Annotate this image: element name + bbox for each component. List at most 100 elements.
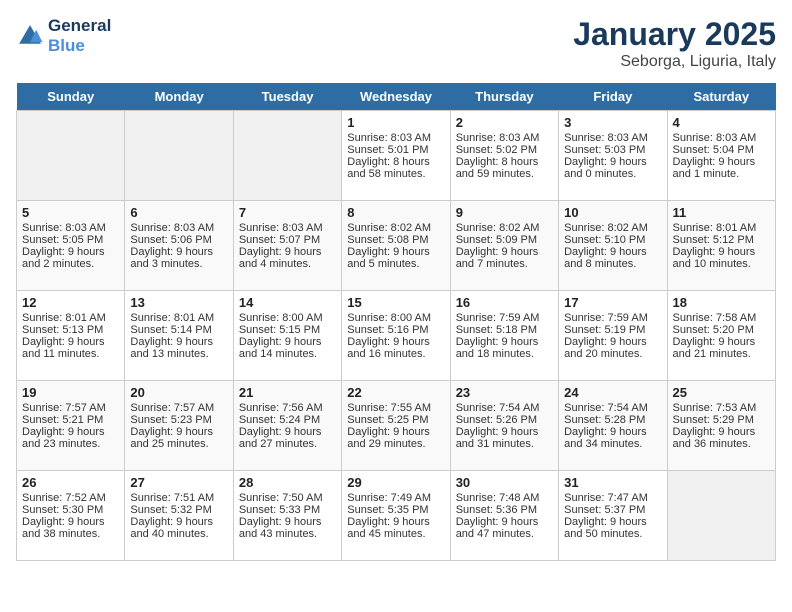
calendar-cell: 2Sunrise: 8:03 AMSunset: 5:02 PMDaylight… (450, 111, 558, 201)
cell-date-number: 11 (673, 205, 770, 220)
day-header-sunday: Sunday (17, 83, 125, 111)
calendar-cell: 12Sunrise: 8:01 AMSunset: 5:13 PMDayligh… (17, 291, 125, 381)
calendar-week-row: 12Sunrise: 8:01 AMSunset: 5:13 PMDayligh… (17, 291, 776, 381)
cell-daylight: Daylight: 9 hours and 1 minute. (673, 156, 770, 180)
cell-sunrise: Sunrise: 7:51 AM (130, 492, 227, 504)
cell-daylight: Daylight: 9 hours and 25 minutes. (130, 426, 227, 450)
cell-daylight: Daylight: 9 hours and 2 minutes. (22, 246, 119, 270)
cell-sunset: Sunset: 5:10 PM (564, 234, 661, 246)
cell-date-number: 19 (22, 385, 119, 400)
cell-date-number: 15 (347, 295, 444, 310)
calendar-cell: 17Sunrise: 7:59 AMSunset: 5:19 PMDayligh… (559, 291, 667, 381)
cell-date-number: 2 (456, 115, 553, 130)
cell-sunset: Sunset: 5:08 PM (347, 234, 444, 246)
calendar-cell: 24Sunrise: 7:54 AMSunset: 5:28 PMDayligh… (559, 381, 667, 471)
cell-daylight: Daylight: 9 hours and 40 minutes. (130, 516, 227, 540)
calendar-cell: 21Sunrise: 7:56 AMSunset: 5:24 PMDayligh… (233, 381, 341, 471)
calendar-cell: 23Sunrise: 7:54 AMSunset: 5:26 PMDayligh… (450, 381, 558, 471)
cell-sunrise: Sunrise: 8:00 AM (239, 312, 336, 324)
cell-daylight: Daylight: 9 hours and 31 minutes. (456, 426, 553, 450)
cell-sunrise: Sunrise: 7:48 AM (456, 492, 553, 504)
cell-daylight: Daylight: 9 hours and 23 minutes. (22, 426, 119, 450)
calendar-table: SundayMondayTuesdayWednesdayThursdayFrid… (16, 83, 776, 561)
cell-date-number: 26 (22, 475, 119, 490)
cell-date-number: 27 (130, 475, 227, 490)
cell-date-number: 30 (456, 475, 553, 490)
calendar-cell: 11Sunrise: 8:01 AMSunset: 5:12 PMDayligh… (667, 201, 775, 291)
logo-icon (16, 22, 44, 50)
cell-sunset: Sunset: 5:01 PM (347, 144, 444, 156)
cell-sunrise: Sunrise: 7:58 AM (673, 312, 770, 324)
cell-daylight: Daylight: 9 hours and 16 minutes. (347, 336, 444, 360)
cell-sunrise: Sunrise: 7:57 AM (130, 402, 227, 414)
calendar-cell: 9Sunrise: 8:02 AMSunset: 5:09 PMDaylight… (450, 201, 558, 291)
calendar-cell: 29Sunrise: 7:49 AMSunset: 5:35 PMDayligh… (342, 471, 450, 561)
cell-daylight: Daylight: 9 hours and 36 minutes. (673, 426, 770, 450)
cell-sunset: Sunset: 5:29 PM (673, 414, 770, 426)
calendar-cell: 7Sunrise: 8:03 AMSunset: 5:07 PMDaylight… (233, 201, 341, 291)
cell-sunrise: Sunrise: 7:49 AM (347, 492, 444, 504)
cell-date-number: 17 (564, 295, 661, 310)
cell-sunrise: Sunrise: 8:03 AM (130, 222, 227, 234)
cell-date-number: 6 (130, 205, 227, 220)
calendar-cell: 28Sunrise: 7:50 AMSunset: 5:33 PMDayligh… (233, 471, 341, 561)
calendar-cell: 31Sunrise: 7:47 AMSunset: 5:37 PMDayligh… (559, 471, 667, 561)
cell-date-number: 29 (347, 475, 444, 490)
cell-daylight: Daylight: 8 hours and 58 minutes. (347, 156, 444, 180)
cell-sunrise: Sunrise: 7:54 AM (564, 402, 661, 414)
calendar-cell: 26Sunrise: 7:52 AMSunset: 5:30 PMDayligh… (17, 471, 125, 561)
cell-sunset: Sunset: 5:23 PM (130, 414, 227, 426)
cell-sunrise: Sunrise: 8:03 AM (456, 132, 553, 144)
cell-sunset: Sunset: 5:28 PM (564, 414, 661, 426)
cell-sunset: Sunset: 5:04 PM (673, 144, 770, 156)
cell-sunrise: Sunrise: 8:03 AM (239, 222, 336, 234)
cell-sunrise: Sunrise: 7:57 AM (22, 402, 119, 414)
cell-daylight: Daylight: 9 hours and 27 minutes. (239, 426, 336, 450)
calendar-cell: 8Sunrise: 8:02 AMSunset: 5:08 PMDaylight… (342, 201, 450, 291)
cell-sunrise: Sunrise: 8:02 AM (347, 222, 444, 234)
cell-date-number: 23 (456, 385, 553, 400)
calendar-cell: 10Sunrise: 8:02 AMSunset: 5:10 PMDayligh… (559, 201, 667, 291)
calendar-cell: 25Sunrise: 7:53 AMSunset: 5:29 PMDayligh… (667, 381, 775, 471)
cell-date-number: 9 (456, 205, 553, 220)
cell-sunrise: Sunrise: 8:01 AM (673, 222, 770, 234)
calendar-cell (17, 111, 125, 201)
cell-sunset: Sunset: 5:05 PM (22, 234, 119, 246)
calendar-cell: 16Sunrise: 7:59 AMSunset: 5:18 PMDayligh… (450, 291, 558, 381)
day-header-monday: Monday (125, 83, 233, 111)
cell-daylight: Daylight: 9 hours and 34 minutes. (564, 426, 661, 450)
calendar-cell: 30Sunrise: 7:48 AMSunset: 5:36 PMDayligh… (450, 471, 558, 561)
day-header-wednesday: Wednesday (342, 83, 450, 111)
cell-sunrise: Sunrise: 7:59 AM (456, 312, 553, 324)
calendar-cell (233, 111, 341, 201)
calendar-cell: 27Sunrise: 7:51 AMSunset: 5:32 PMDayligh… (125, 471, 233, 561)
cell-date-number: 31 (564, 475, 661, 490)
day-header-saturday: Saturday (667, 83, 775, 111)
cell-daylight: Daylight: 9 hours and 8 minutes. (564, 246, 661, 270)
cell-daylight: Daylight: 9 hours and 47 minutes. (456, 516, 553, 540)
cell-daylight: Daylight: 9 hours and 14 minutes. (239, 336, 336, 360)
calendar-cell: 15Sunrise: 8:00 AMSunset: 5:16 PMDayligh… (342, 291, 450, 381)
cell-daylight: Daylight: 9 hours and 38 minutes. (22, 516, 119, 540)
calendar-cell: 4 Sunrise: 8:03 AMSunset: 5:04 PMDaylight… (667, 111, 775, 201)
cell-sunrise: Sunrise: 8:03 AM (564, 132, 661, 144)
cell-date-number: 12 (22, 295, 119, 310)
day-header-friday: Friday (559, 83, 667, 111)
cell-daylight: Daylight: 9 hours and 43 minutes. (239, 516, 336, 540)
cell-sunset: Sunset: 5:13 PM (22, 324, 119, 336)
cell-sunrise: Sunrise: 8:02 AM (456, 222, 553, 234)
cell-sunset: Sunset: 5:15 PM (239, 324, 336, 336)
cell-sunset: Sunset: 5:37 PM (564, 504, 661, 516)
cell-date-number: 25 (673, 385, 770, 400)
cell-sunrise: Sunrise: 8:03 AM (673, 132, 770, 144)
cell-daylight: Daylight: 9 hours and 50 minutes. (564, 516, 661, 540)
cell-date-number: 4 (673, 115, 770, 130)
calendar-cell: 18Sunrise: 7:58 AMSunset: 5:20 PMDayligh… (667, 291, 775, 381)
cell-sunset: Sunset: 5:07 PM (239, 234, 336, 246)
cell-sunset: Sunset: 5:33 PM (239, 504, 336, 516)
cell-daylight: Daylight: 9 hours and 7 minutes. (456, 246, 553, 270)
calendar-cell: 19Sunrise: 7:57 AMSunset: 5:21 PMDayligh… (17, 381, 125, 471)
page-header: General Blue January 2025 Seborga, Ligur… (16, 16, 776, 71)
cell-date-number: 3 (564, 115, 661, 130)
cell-date-number: 18 (673, 295, 770, 310)
